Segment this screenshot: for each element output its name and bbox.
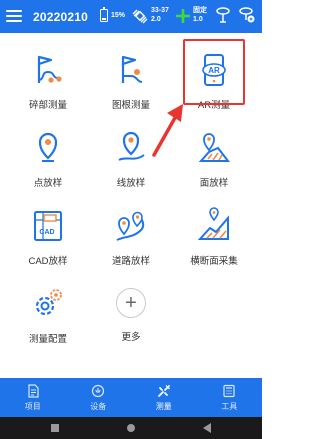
base-station-icon[interactable] bbox=[239, 6, 256, 24]
tile-detail-survey[interactable]: 碎部测量 bbox=[5, 40, 91, 118]
fix-status: 固定 bbox=[193, 7, 207, 14]
tile-more[interactable]: + 更多 bbox=[88, 274, 174, 352]
project-name[interactable]: 20220210 bbox=[33, 10, 88, 24]
nav-label: 工具 bbox=[221, 401, 238, 411]
cross-section-icon bbox=[197, 207, 229, 240]
tile-survey-config[interactable]: 测量配置 bbox=[5, 274, 91, 352]
bottom-nav: 项目 设备 测量 工具 bbox=[0, 378, 262, 417]
tile-label: 更多 bbox=[121, 332, 141, 343]
tools-icon bbox=[223, 384, 235, 397]
satellite-count: 33-37 bbox=[151, 7, 169, 14]
tile-label: 道路放样 bbox=[111, 256, 150, 267]
rover-icon[interactable] bbox=[215, 6, 231, 24]
system-nav-bar bbox=[0, 417, 262, 439]
tile-label: 面放样 bbox=[199, 178, 229, 189]
nav-tools[interactable]: 工具 bbox=[197, 378, 263, 417]
fix-value: 1.0 bbox=[193, 16, 203, 23]
tile-label: 横断面采集 bbox=[190, 256, 238, 267]
tile-road-stakeout[interactable]: 道路放样 bbox=[88, 196, 174, 274]
fix-status-icon[interactable] bbox=[175, 8, 191, 24]
line-stakeout-icon bbox=[118, 131, 145, 161]
device-icon bbox=[92, 384, 105, 397]
road-stakeout-icon bbox=[116, 211, 145, 241]
tile-label: 图根测量 bbox=[111, 100, 150, 111]
recents-button[interactable] bbox=[51, 424, 59, 432]
satellite-icon[interactable] bbox=[131, 7, 149, 25]
tile-line-stakeout[interactable]: 线放样 bbox=[88, 118, 174, 196]
home-button[interactable] bbox=[127, 424, 135, 432]
cad-icon-text: CAD bbox=[39, 229, 54, 236]
cad-stakeout-icon: CAD bbox=[34, 211, 62, 241]
top-bar: 20220210 15% 33-37 2.0 固定 1.0 bbox=[0, 0, 262, 33]
ar-icon-text: AR bbox=[208, 66, 220, 75]
nav-project[interactable]: 项目 bbox=[0, 378, 66, 417]
point-stakeout-icon bbox=[38, 132, 58, 162]
tile-cad-stakeout[interactable]: CAD CAD放样 bbox=[5, 196, 91, 274]
battery-status: 15% bbox=[100, 7, 126, 22]
detail-survey-icon bbox=[37, 55, 62, 83]
battery-icon bbox=[100, 7, 108, 22]
menu-icon[interactable] bbox=[6, 8, 22, 24]
nav-label: 测量 bbox=[155, 401, 172, 411]
tile-surface-stakeout[interactable]: 面放样 bbox=[171, 118, 257, 196]
fix-info: 固定 1.0 bbox=[193, 6, 207, 24]
satellite-value: 2.0 bbox=[151, 16, 161, 23]
plus-icon: + bbox=[116, 288, 146, 318]
satellite-info: 33-37 2.0 bbox=[151, 6, 169, 24]
nav-measure[interactable]: 测量 bbox=[131, 378, 197, 417]
tile-point-stakeout[interactable]: 点放样 bbox=[5, 118, 91, 196]
nav-label: 设备 bbox=[90, 401, 107, 411]
tile-label: 测量配置 bbox=[28, 334, 67, 345]
surface-stakeout-icon bbox=[198, 133, 231, 162]
battery-percent: 15% bbox=[111, 12, 126, 19]
tile-cross-section[interactable]: 横断面采集 bbox=[171, 196, 257, 274]
ar-survey-icon: AR bbox=[202, 54, 226, 86]
nav-device[interactable]: 设备 bbox=[66, 378, 132, 417]
tile-ar-survey[interactable]: AR AR测量 bbox=[171, 40, 257, 118]
tile-label: 线放样 bbox=[116, 178, 146, 189]
survey-config-icon bbox=[35, 289, 62, 316]
measure-icon bbox=[157, 384, 170, 397]
nav-label: 项目 bbox=[24, 401, 41, 411]
project-icon bbox=[28, 383, 39, 398]
tile-label: 碎部测量 bbox=[28, 100, 67, 111]
tile-control-survey[interactable]: 图根测量 bbox=[88, 40, 174, 118]
tile-label: 点放样 bbox=[33, 178, 63, 189]
tile-label: AR测量 bbox=[197, 100, 231, 111]
back-button[interactable] bbox=[203, 423, 211, 433]
tile-label: CAD放样 bbox=[28, 256, 68, 267]
control-survey-icon bbox=[121, 55, 143, 83]
